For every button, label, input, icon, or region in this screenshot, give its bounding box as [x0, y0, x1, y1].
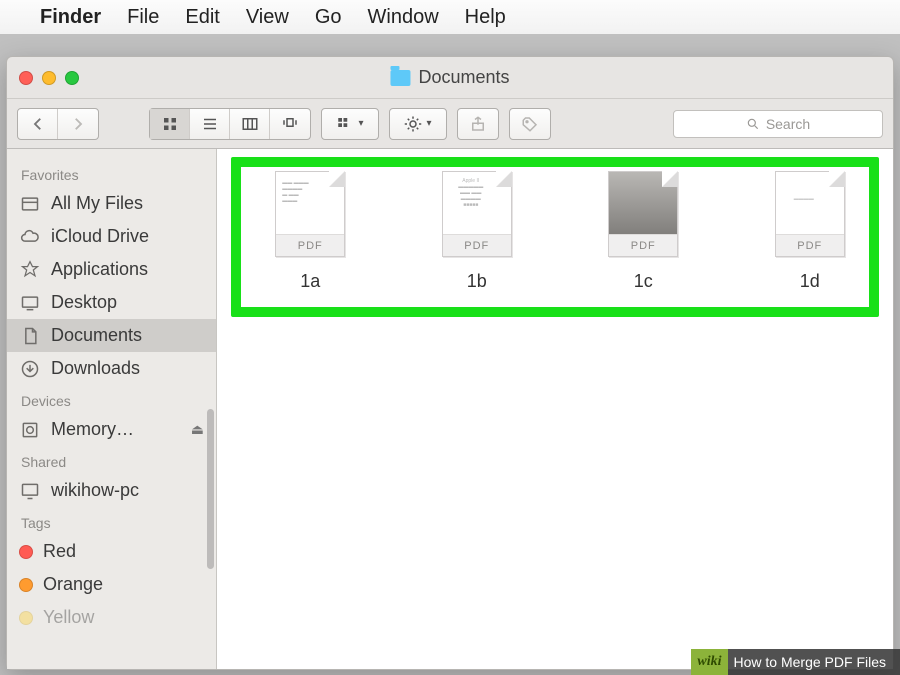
file-item[interactable]: PDF 1c: [584, 171, 703, 292]
pdf-thumbnail-icon: ▬▬▬▬ PDF: [775, 171, 845, 257]
minimize-button[interactable]: [42, 71, 56, 85]
sidebar-item-label: Downloads: [51, 358, 140, 379]
desktop-icon: [19, 293, 41, 313]
file-browser[interactable]: ▬▬ ▬▬▬▬▬▬▬▬ ▬▬▬▬▬ PDF 1a Apple II▬▬▬▬▬▬▬…: [217, 149, 893, 669]
all-my-files-icon: [19, 194, 41, 214]
finder-window: Documents ▾ ▾ Search: [6, 56, 894, 670]
file-type-badge: PDF: [443, 234, 511, 256]
tag-dot-icon: [19, 611, 33, 625]
search-placeholder: Search: [766, 116, 810, 132]
folder-icon: [390, 70, 410, 86]
menu-edit[interactable]: Edit: [185, 6, 219, 29]
disk-icon: [19, 420, 41, 440]
file-grid: ▬▬ ▬▬▬▬▬▬▬▬ ▬▬▬▬▬ PDF 1a Apple II▬▬▬▬▬▬▬…: [251, 171, 869, 292]
sidebar-item-all-my-files[interactable]: All My Files: [7, 187, 216, 220]
file-item[interactable]: ▬▬▬▬ PDF 1d: [751, 171, 870, 292]
sidebar-item-label: Red: [43, 541, 76, 562]
file-name: 1c: [634, 271, 653, 292]
sidebar: Favorites All My Files iCloud Drive Appl…: [7, 149, 217, 669]
sidebar-item-label: All My Files: [51, 193, 143, 214]
arrange-menu[interactable]: ▾: [321, 108, 379, 140]
menu-help[interactable]: Help: [465, 6, 506, 29]
eject-icon[interactable]: ⏏: [191, 421, 204, 438]
wikihow-overlay: wiki How to Merge PDF Files: [691, 649, 900, 675]
sidebar-tag-orange[interactable]: Orange: [7, 568, 216, 601]
sidebar-scrollbar[interactable]: [207, 409, 214, 569]
file-type-badge: PDF: [776, 234, 844, 256]
tags-header: Tags: [7, 507, 216, 535]
file-name: 1b: [467, 271, 487, 292]
toolbar: ▾ ▾ Search: [7, 99, 893, 149]
action-menu[interactable]: ▾: [389, 108, 447, 140]
sidebar-item-label: Yellow: [43, 607, 94, 628]
devices-header: Devices: [7, 385, 216, 413]
search-input[interactable]: Search: [673, 110, 883, 138]
documents-icon: [19, 326, 41, 346]
view-column-button[interactable]: [230, 109, 270, 139]
view-icon-button[interactable]: [150, 109, 190, 139]
cloud-icon: [19, 227, 41, 247]
sidebar-item-desktop[interactable]: Desktop: [7, 286, 216, 319]
pdf-thumbnail-icon: PDF: [608, 171, 678, 257]
sidebar-tag-red[interactable]: Red: [7, 535, 216, 568]
back-button[interactable]: [18, 109, 58, 139]
view-coverflow-button[interactable]: [270, 109, 310, 139]
sidebar-item-downloads[interactable]: Downloads: [7, 352, 216, 385]
pdf-thumbnail-icon: ▬▬ ▬▬▬▬▬▬▬▬ ▬▬▬▬▬ PDF: [275, 171, 345, 257]
window-title: Documents: [390, 67, 509, 88]
menu-app[interactable]: Finder: [40, 6, 101, 29]
sidebar-item-icloud[interactable]: iCloud Drive: [7, 220, 216, 253]
menu-go[interactable]: Go: [315, 6, 342, 29]
wikihow-logo: wiki: [691, 649, 727, 675]
file-type-badge: PDF: [609, 234, 677, 256]
sidebar-item-wikihow-pc[interactable]: wikihow-pc: [7, 474, 216, 507]
pdf-thumbnail-icon: Apple II▬▬▬▬▬▬▬ ▬▬▬▬▬▬■■■■■ PDF: [442, 171, 512, 257]
file-name: 1a: [300, 271, 320, 292]
sidebar-item-label: Documents: [51, 325, 142, 346]
tags-button[interactable]: [509, 108, 551, 140]
window-titlebar[interactable]: Documents: [7, 57, 893, 99]
menu-window[interactable]: Window: [368, 6, 439, 29]
sidebar-item-applications[interactable]: Applications: [7, 253, 216, 286]
traffic-lights: [19, 71, 79, 85]
monitor-icon: [19, 481, 41, 501]
window-title-text: Documents: [418, 67, 509, 88]
applications-icon: [19, 260, 41, 280]
wikihow-caption: How to Merge PDF Files: [734, 654, 886, 670]
sidebar-item-label: wikihow-pc: [51, 480, 139, 501]
forward-button[interactable]: [58, 109, 98, 139]
sidebar-item-label: Applications: [51, 259, 148, 280]
close-button[interactable]: [19, 71, 33, 85]
sidebar-item-label: Memory…: [51, 419, 134, 440]
tag-dot-icon: [19, 545, 33, 559]
sidebar-item-documents[interactable]: Documents: [7, 319, 216, 352]
share-button[interactable]: [457, 108, 499, 140]
file-item[interactable]: ▬▬ ▬▬▬▬▬▬▬▬ ▬▬▬▬▬ PDF 1a: [251, 171, 370, 292]
sidebar-item-memory[interactable]: Memory… ⏏: [7, 413, 216, 446]
sidebar-item-label: iCloud Drive: [51, 226, 149, 247]
file-item[interactable]: Apple II▬▬▬▬▬▬▬ ▬▬▬▬▬▬■■■■■ PDF 1b: [418, 171, 537, 292]
menu-file[interactable]: File: [127, 6, 159, 29]
sidebar-tag-yellow[interactable]: Yellow: [7, 601, 216, 634]
nav-buttons: [17, 108, 99, 140]
sidebar-item-label: Orange: [43, 574, 103, 595]
zoom-button[interactable]: [65, 71, 79, 85]
sidebar-item-label: Desktop: [51, 292, 117, 313]
view-switcher: [149, 108, 311, 140]
tag-dot-icon: [19, 578, 33, 592]
shared-header: Shared: [7, 446, 216, 474]
downloads-icon: [19, 359, 41, 379]
file-type-badge: PDF: [276, 234, 344, 256]
system-menubar: Finder File Edit View Go Window Help: [0, 0, 900, 34]
file-name: 1d: [800, 271, 820, 292]
favorites-header: Favorites: [7, 159, 216, 187]
view-list-button[interactable]: [190, 109, 230, 139]
menu-view[interactable]: View: [246, 6, 289, 29]
